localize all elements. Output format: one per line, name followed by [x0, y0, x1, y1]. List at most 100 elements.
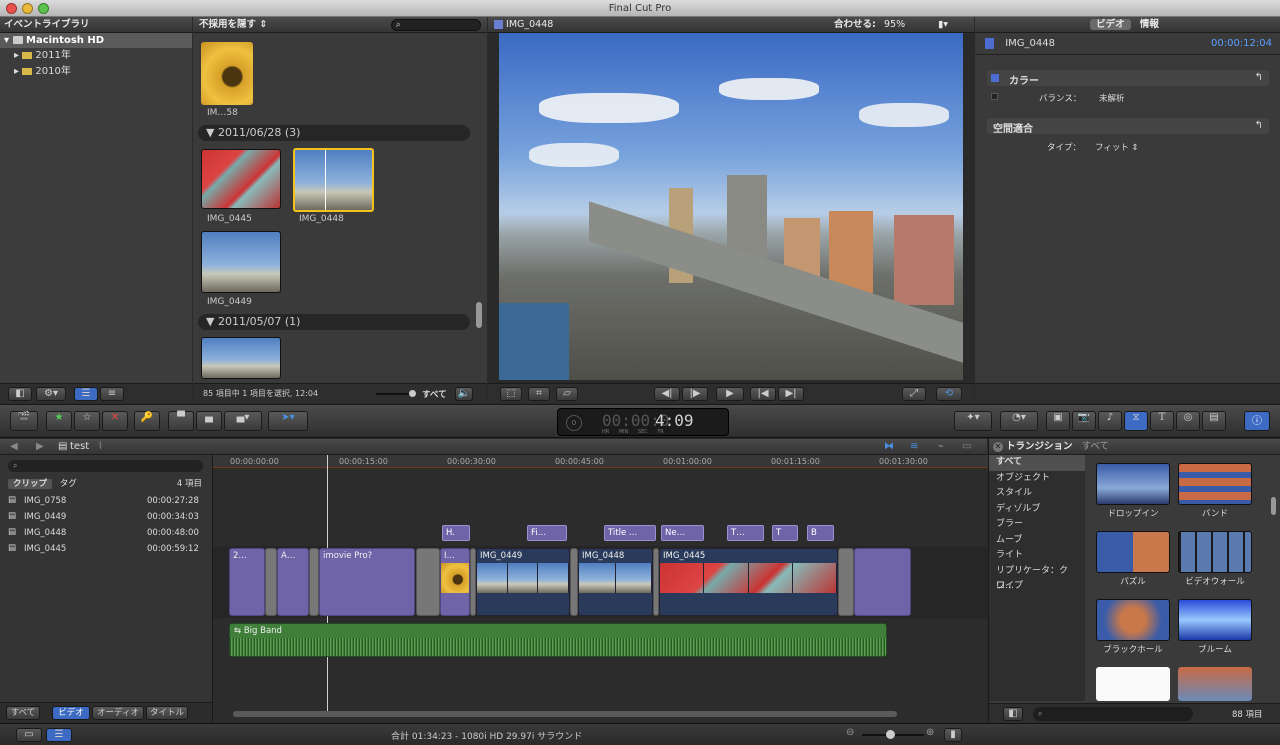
title-clip[interactable]: T [772, 525, 798, 541]
clip-appearance-icon[interactable]: ▭ [962, 441, 971, 452]
distort-icon[interactable]: ▱ [556, 387, 578, 401]
title-clip[interactable]: Fi… [527, 525, 567, 541]
transition-item[interactable]: パズル [1096, 531, 1170, 587]
themes-browser-icon[interactable]: ▤ [1202, 411, 1226, 431]
titles-browser-icon[interactable]: T [1150, 411, 1174, 431]
zoom-in-icon[interactable]: ⊕ [926, 727, 934, 738]
transition-item[interactable]: ブラックホール [1096, 599, 1170, 655]
select-tool-icon[interactable]: ➤▾ [268, 411, 308, 431]
append-clip-icon[interactable]: ▄▾ [224, 411, 262, 431]
timeline-scrollbar[interactable] [233, 711, 897, 717]
effects-browser-icon[interactable]: ▣ [1046, 411, 1070, 431]
index-row[interactable]: ▤ IMG_0445 00:00:59:12 [0, 541, 212, 557]
keyword-icon[interactable]: 🔑 [134, 411, 160, 431]
filter-audio-button[interactable]: オーディオ [92, 706, 144, 720]
category-stylized[interactable]: スタイル [989, 486, 1085, 502]
crop-icon[interactable]: ⌗ [528, 387, 550, 401]
storyline-clip[interactable]: imovie Pro? [319, 548, 415, 616]
clip-thumbnail-img0448-selected[interactable] [293, 148, 374, 212]
title-clip[interactable]: H. [442, 525, 470, 541]
waveform-icon[interactable]: ≋ [910, 441, 918, 452]
timeline-ruler[interactable]: 00:00:00:00 00:00:15:00 00:00:30:00 00:0… [213, 455, 988, 468]
list-view-icon[interactable]: ≡ [100, 387, 124, 401]
reset-icon[interactable]: ↰ [1255, 72, 1263, 83]
transform-icon[interactable]: ⬚ [500, 387, 522, 401]
photos-browser-icon[interactable]: 📷 [1072, 411, 1096, 431]
reject-icon[interactable]: ✕ [102, 411, 128, 431]
transition-item[interactable]: ブルーム [1178, 599, 1252, 655]
audio-meters-icon[interactable]: ▭ [16, 728, 42, 742]
import-camera-icon[interactable]: 🎬 [10, 411, 38, 431]
date-group-header[interactable]: ▼ 2011/06/28 (3) [198, 125, 470, 141]
zoom-window-button[interactable] [38, 3, 49, 14]
zoom-popup[interactable]: 95% [884, 17, 905, 33]
transition-clip[interactable] [838, 548, 854, 616]
zoom-out-icon[interactable]: ⊖ [846, 727, 854, 738]
filter-titles-button[interactable]: タイトル [146, 706, 188, 720]
go-to-start-icon[interactable]: |◀ [750, 387, 776, 401]
generators-browser-icon[interactable]: ◎ [1176, 411, 1200, 431]
transition-item[interactable]: ビデオウォール [1178, 531, 1252, 587]
tab-video[interactable]: ビデオ [1090, 19, 1131, 30]
filter-all-button[interactable]: すべて [6, 706, 40, 720]
audio-clip[interactable]: ⇆ Big Band [229, 623, 887, 657]
tab-clips[interactable]: クリップ [8, 479, 53, 489]
storyline-clip[interactable]: IMG_0445 [659, 548, 838, 616]
transition-clip[interactable] [416, 548, 440, 616]
previous-frame-icon[interactable]: ◀| [654, 387, 680, 401]
category-movements[interactable]: ムーブ [989, 533, 1085, 549]
enhancements-icon[interactable]: ✦▾ [954, 411, 992, 431]
category-all[interactable]: すべて [989, 455, 1085, 471]
index-row[interactable]: ▤ IMG_0448 00:00:48:00 [0, 525, 212, 541]
transition-clip[interactable] [570, 548, 578, 616]
connect-clip-icon[interactable]: ▀ [168, 411, 194, 431]
storyline-clip[interactable]: I… [440, 548, 470, 616]
type-popup[interactable]: フィット ⇕ [1095, 141, 1139, 153]
title-clip[interactable]: Ne… [661, 525, 704, 541]
timeline-index-icon[interactable]: ☰ [46, 728, 72, 742]
snapping-icon[interactable]: ⌁ [938, 441, 944, 452]
tab-info[interactable]: 情報 [1134, 19, 1165, 30]
transition-clip[interactable] [265, 548, 277, 616]
storyline-clip[interactable]: IMG_0448 [578, 548, 653, 616]
color-section-header[interactable]: カラー ↰ [987, 70, 1269, 87]
transition-clip[interactable] [309, 548, 319, 616]
thumbnail-size-slider[interactable] [376, 390, 416, 397]
date-group-header[interactable]: ▼ 2011/05/07 (1) [198, 314, 470, 330]
index-row[interactable]: ▤ IMG_0758 00:00:27:28 [0, 493, 212, 509]
library-toggle-icon[interactable]: ◧ [8, 387, 32, 401]
transition-item[interactable]: ドロップイン [1096, 463, 1170, 519]
viewer-video-frame[interactable] [499, 33, 963, 380]
tab-tags[interactable]: タグ [55, 479, 82, 489]
audio-skimming-icon[interactable]: ⧓ [884, 441, 894, 452]
transitions-scrollbar[interactable] [1271, 497, 1276, 515]
clip-thumbnail-2011-05-07[interactable] [201, 337, 281, 379]
loop-icon[interactable]: ⟲ [936, 387, 962, 401]
audio-level-icon[interactable]: ▮ [944, 728, 962, 742]
index-search-input[interactable]: ⌕ [8, 460, 203, 472]
category-lights[interactable]: ライト [989, 548, 1085, 564]
go-to-end-icon[interactable]: ▶| [778, 387, 804, 401]
next-frame-icon[interactable]: |▶ [682, 387, 708, 401]
filter-video-button[interactable]: ビデオ [52, 706, 90, 720]
clip-thumbnail-top[interactable] [201, 42, 253, 105]
transitions-browser-icon[interactable]: ⧖ [1124, 411, 1148, 431]
retime-icon[interactable]: ◔▾ [1000, 411, 1038, 431]
reset-icon[interactable]: ↰ [1255, 120, 1263, 131]
index-row[interactable]: ▤ IMG_0449 00:00:34:03 [0, 509, 212, 525]
timeline-zoom-slider[interactable] [862, 730, 924, 739]
title-clip[interactable]: B [807, 525, 834, 541]
storyline-clip[interactable]: A… [277, 548, 309, 616]
category-replicator[interactable]: リプリケータ：クロ… [989, 564, 1085, 592]
checkbox-enabled-icon[interactable] [991, 74, 999, 82]
transitions-search-input[interactable]: ⌕ [1033, 707, 1193, 721]
transition-thumbnail[interactable] [1178, 667, 1252, 701]
transition-item[interactable]: バンド [1178, 463, 1252, 519]
category-objects[interactable]: オブジェクト [989, 471, 1085, 487]
event-2011[interactable]: ▸ 2011年 [0, 48, 192, 64]
close-icon[interactable]: ✕ [993, 442, 1003, 452]
play-icon[interactable]: ▶ [716, 387, 744, 401]
category-wipes[interactable]: ワイプ [989, 579, 1085, 595]
view-options-icon[interactable]: ▮▾ [938, 17, 948, 33]
fullscreen-icon[interactable]: ⤢ [902, 387, 926, 401]
